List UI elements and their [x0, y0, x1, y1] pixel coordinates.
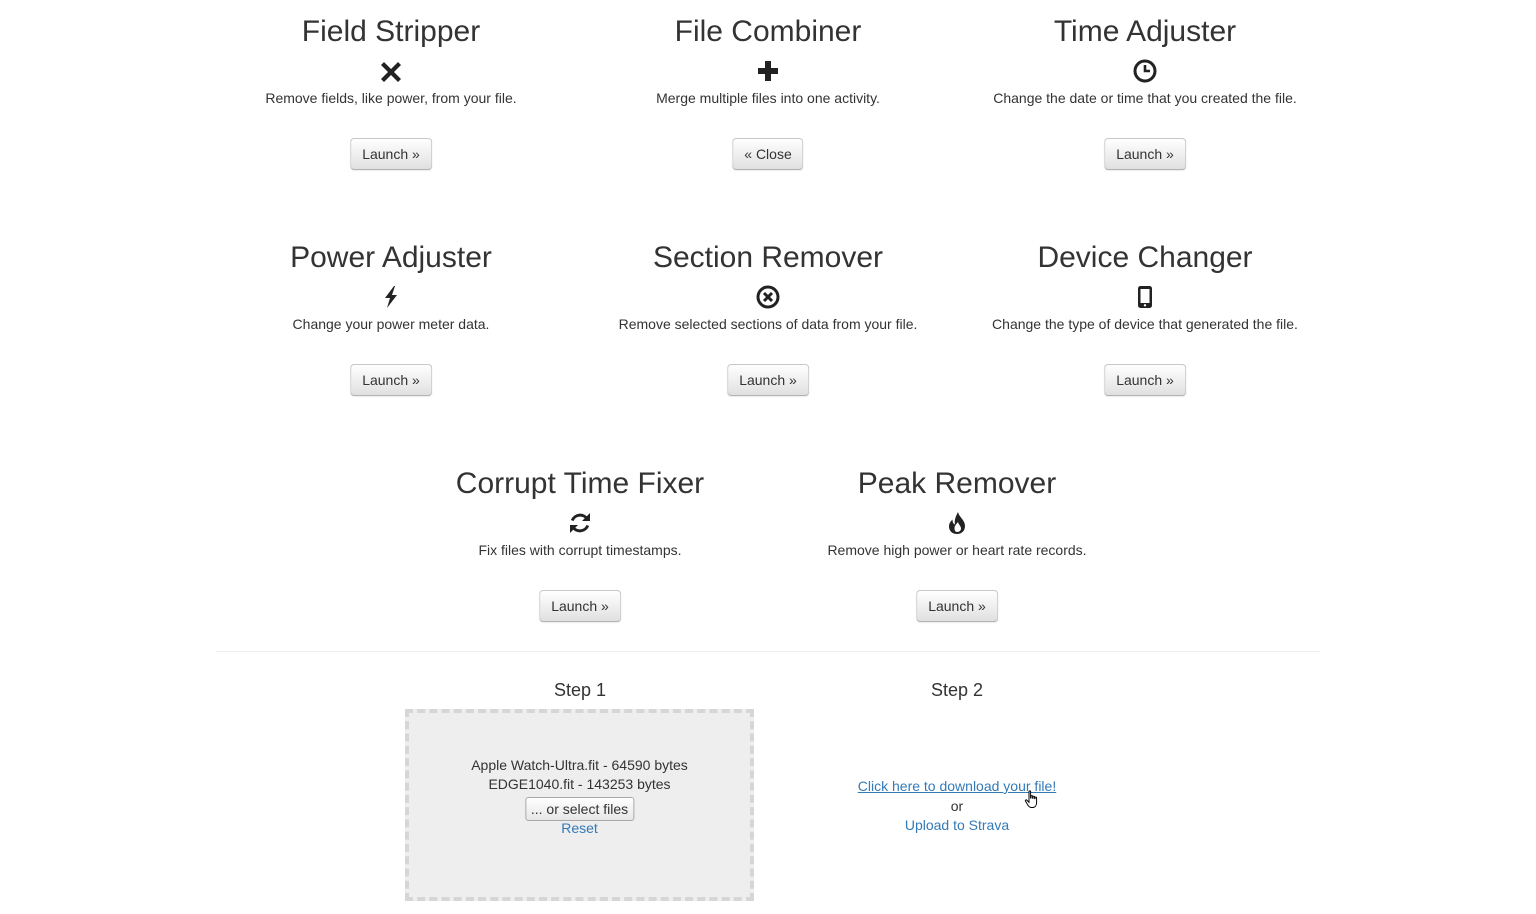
launch-button[interactable]: Launch »	[350, 138, 432, 170]
tool-title: File Combiner	[674, 15, 862, 48]
times-icon	[378, 58, 404, 84]
tool-description: Fix files with corrupt timestamps.	[478, 542, 682, 558]
fire-icon	[944, 510, 970, 536]
step2-title: Step 2	[930, 680, 984, 700]
tool-description: Merge multiple files into one activity.	[656, 90, 880, 106]
refresh-icon	[567, 510, 593, 536]
tool-title: Peak Remover	[857, 467, 1057, 500]
launch-button[interactable]: Launch »	[350, 364, 432, 396]
step1-title: Step 1	[553, 680, 607, 700]
tool-description: Change the type of device that generated…	[992, 316, 1298, 332]
phone-icon	[1132, 284, 1158, 310]
hand-cursor-icon	[1024, 790, 1040, 810]
tool-description: Remove high power or heart rate records.	[827, 542, 1087, 558]
tool-title: Power Adjuster	[290, 241, 492, 274]
select-files-button[interactable]: ... or select files	[524, 797, 635, 821]
tool-title: Section Remover	[652, 241, 884, 274]
tool-title: Field Stripper	[301, 15, 481, 48]
tool-title: Time Adjuster	[1053, 15, 1237, 48]
or-text: or	[950, 798, 964, 814]
plus-icon	[755, 58, 781, 84]
tool-description: Remove selected sections of data from yo…	[618, 316, 918, 332]
launch-button[interactable]: Launch »	[539, 590, 621, 622]
tool-title: Device Changer	[1037, 241, 1253, 274]
file-dropzone[interactable]: Apple Watch-Ultra.fit - 64590 bytes EDGE…	[405, 709, 754, 901]
reset-link[interactable]: Reset	[561, 820, 598, 836]
clock-icon	[1132, 58, 1158, 84]
launch-button[interactable]: Launch »	[727, 364, 809, 396]
upload-strava-link[interactable]: Upload to Strava	[905, 817, 1009, 833]
tool-description: Remove fields, like power, from your fil…	[265, 90, 517, 106]
close-button[interactable]: « Close	[732, 138, 804, 170]
file-list-item: EDGE1040.fit - 143253 bytes	[488, 776, 671, 792]
section-divider	[216, 651, 1320, 652]
launch-button[interactable]: Launch »	[1104, 364, 1186, 396]
tool-description: Change your power meter data.	[292, 316, 490, 332]
launch-button[interactable]: Launch »	[916, 590, 998, 622]
tool-title: Corrupt Time Fixer	[455, 467, 705, 500]
file-list-item: Apple Watch-Ultra.fit - 64590 bytes	[471, 757, 688, 773]
flash-icon	[378, 284, 404, 310]
launch-button[interactable]: Launch »	[1104, 138, 1186, 170]
remove-circle-icon	[755, 284, 781, 310]
tool-description: Change the date or time that you created…	[993, 90, 1297, 106]
